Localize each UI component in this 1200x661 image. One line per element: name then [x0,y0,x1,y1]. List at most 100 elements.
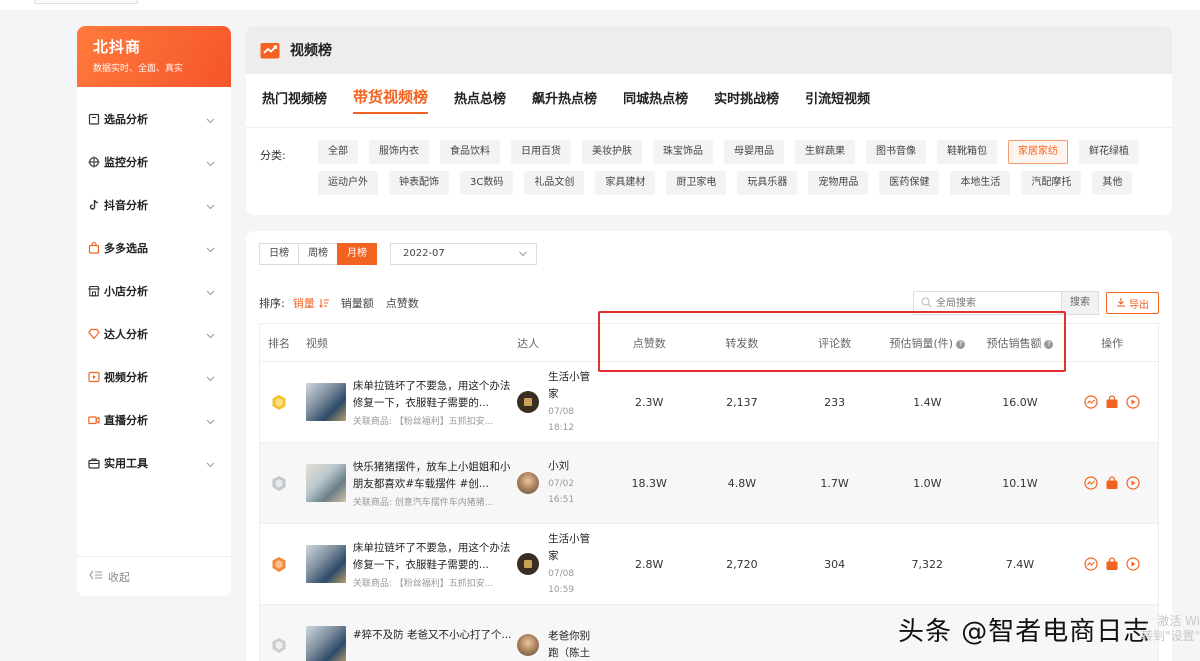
help-icon[interactable]: ? [956,339,966,349]
talent-name[interactable]: 生活小管家 [548,531,600,565]
video-title[interactable]: 床单拉链坏了不要急，用这个办法修复一下，衣服鞋子需要的... [353,378,513,412]
shopping-bag-icon[interactable] [1105,476,1119,490]
category-chip[interactable]: 日用百货 [511,140,571,164]
talent-name[interactable]: 老爸你别跑（陈土 [548,628,600,661]
category-chip[interactable]: 美妆护肤 [582,140,642,164]
period-day-button[interactable]: 日榜 [259,243,299,265]
category-chip[interactable]: 礼品文创 [524,171,585,195]
category-chip[interactable]: 全部 [318,140,358,164]
related-product[interactable]: 关联商品: 【粉丝福利】五抓扣安... [353,414,513,427]
video-thumbnail[interactable] [305,626,346,661]
col-comments[interactable]: 评论数 [788,335,881,351]
tab-rising-topics[interactable]: 飙升热点榜 [532,74,597,128]
talent-cell[interactable]: 老爸你别跑（陈土 [517,628,603,661]
play-icon[interactable] [1126,395,1140,409]
video-thumbnail[interactable] [305,464,346,502]
category-chip[interactable]: 医药保健 [879,171,940,195]
video-cell[interactable]: 床单拉链坏了不要急，用这个办法修复一下，衣服鞋子需要的... 关联商品: 【粉丝福… [305,540,517,589]
search-button[interactable]: 搜索 [1061,292,1098,314]
video-cell[interactable]: 快乐猪猪摆件，放车上小姐姐和小朋友都喜欢#车载摆件 #创... 关联商品: 创意汽… [305,459,517,508]
sort-by-likes[interactable]: 点赞数 [386,295,419,311]
category-chip[interactable]: 母婴用品 [724,140,784,164]
video-cell[interactable]: 床单拉链坏了不要急，用这个办法修复一下，衣服鞋子需要的... 关联商品: 【粉丝福… [305,378,517,427]
trend-icon[interactable] [1084,395,1098,409]
related-product[interactable]: 关联商品: 创意汽车摆件车内猪猪... [353,495,513,508]
sidebar-item-tools[interactable]: 实用工具 [77,441,231,484]
category-chip[interactable]: 3C数码 [460,171,514,195]
video-title[interactable]: #猝不及防 老爸又不小心打了个... [353,627,513,661]
col-est-sales[interactable]: 预估销量(件)? [881,335,974,351]
sort-by-revenue[interactable]: 销量额 [341,295,374,311]
search-input[interactable] [914,292,1061,314]
tab-local-topics[interactable]: 同城热点榜 [623,74,688,128]
category-chip[interactable]: 玩具乐器 [737,171,798,195]
talent-cell[interactable]: 小刘 07/02 16:51 [517,458,603,508]
table-row[interactable]: 快乐猪猪摆件，放车上小姐姐和小朋友都喜欢#车载摆件 #创... 关联商品: 创意汽… [260,443,1158,524]
month-select[interactable]: 2022-07 [390,243,537,265]
video-thumbnail[interactable] [305,383,346,421]
col-likes[interactable]: 点赞数 [603,335,696,351]
trend-icon[interactable] [1084,476,1098,490]
sidebar-item-product-analysis[interactable]: 选品分析 [77,97,231,140]
category-chip[interactable]: 运动户外 [318,171,378,195]
category-chip[interactable]: 鞋靴箱包 [937,140,997,164]
tab-sales-video[interactable]: 带货视频榜 [353,74,429,128]
sort-option-label: 销量 [292,297,315,310]
sidebar-item-douyin-analysis[interactable]: 抖音分析 [77,183,231,226]
tab-hot-topics[interactable]: 热点总榜 [454,74,506,128]
talent-cell[interactable]: 生活小管家 07/08 10:59 [517,531,603,598]
sidebar-item-live-analysis[interactable]: 直播分析 [77,398,231,441]
category-chip[interactable]: 鲜花绿植 [1079,140,1139,164]
play-icon[interactable] [1126,557,1140,571]
video-title[interactable]: 床单拉链坏了不要急，用这个办法修复一下，衣服鞋子需要的... [353,540,513,574]
talent-name[interactable]: 小刘 [548,458,600,475]
category-chip[interactable]: 本地生活 [950,171,1011,195]
category-chip[interactable]: 其他 [1092,171,1133,195]
category-chip[interactable]: 厨卫家电 [666,171,727,195]
export-button[interactable]: 导出 [1106,292,1159,314]
related-product[interactable]: 关联商品: 【粉丝福利】五抓扣安... [353,576,513,589]
shopping-bag-icon[interactable] [1105,557,1119,571]
category-chip[interactable]: 钟表配饰 [389,171,449,195]
help-icon[interactable]: ? [1044,339,1054,349]
sidebar-item-store-analysis[interactable]: 小店分析 [77,269,231,312]
category-chip[interactable]: 图书音像 [866,140,926,164]
video-title[interactable]: 快乐猪猪摆件，放车上小姐姐和小朋友都喜欢#车载摆件 #创... [353,459,513,493]
talent-cell[interactable]: 生活小管家 07/08 18:12 [517,369,603,436]
col-est-revenue[interactable]: 预估销售额? [974,335,1067,351]
video-thumbnail[interactable] [305,545,346,583]
category-chip[interactable]: 食品饮料 [440,140,500,164]
video-cell[interactable]: #猝不及防 老爸又不小心打了个... [305,626,517,661]
avatar[interactable] [517,634,540,656]
avatar[interactable] [517,472,540,494]
category-chip[interactable]: 服饰内衣 [369,140,429,164]
tab-hot-video[interactable]: 热门视频榜 [262,74,327,128]
period-month-button[interactable]: 月榜 [337,243,377,265]
table-row[interactable]: 床单拉链坏了不要急，用这个办法修复一下，衣服鞋子需要的... 关联商品: 【粉丝福… [260,362,1158,443]
category-chip[interactable]: 珠宝饰品 [653,140,713,164]
tab-live-challenges[interactable]: 实时挑战榜 [714,74,779,128]
period-week-button[interactable]: 周榜 [298,243,338,265]
col-shares[interactable]: 转发数 [696,335,789,351]
table-row[interactable]: 床单拉链坏了不要急，用这个办法修复一下，衣服鞋子需要的... 关联商品: 【粉丝福… [260,524,1158,605]
category-chip[interactable]: 宠物用品 [808,171,869,195]
sidebar-collapse-button[interactable]: 收起 [77,556,231,596]
play-icon[interactable] [1126,476,1140,490]
sidebar-item-video-analysis[interactable]: 视频分析 [77,355,231,398]
category-chip[interactable]: 家居家纺 [1008,140,1068,164]
tab-traffic-videos[interactable]: 引流短视频 [805,74,870,128]
avatar[interactable] [517,391,540,413]
category-chip[interactable]: 家具建材 [595,171,656,195]
shopping-bag-icon[interactable] [1105,395,1119,409]
browser-tab[interactable] [34,0,138,4]
sidebar-item-pdd-selection[interactable]: 多多选品 [77,226,231,269]
trend-icon[interactable] [1084,557,1098,571]
sidebar-item-monitor-analysis[interactable]: 监控分析 [77,140,231,183]
diamond-icon [88,328,100,340]
category-chip[interactable]: 汽配摩托 [1021,171,1082,195]
avatar[interactable] [517,553,540,575]
category-chip[interactable]: 生鲜蔬果 [795,140,855,164]
sort-by-sales[interactable]: 销量 [293,295,329,311]
talent-name[interactable]: 生活小管家 [548,369,600,403]
sidebar-item-talent-analysis[interactable]: 达人分析 [77,312,231,355]
